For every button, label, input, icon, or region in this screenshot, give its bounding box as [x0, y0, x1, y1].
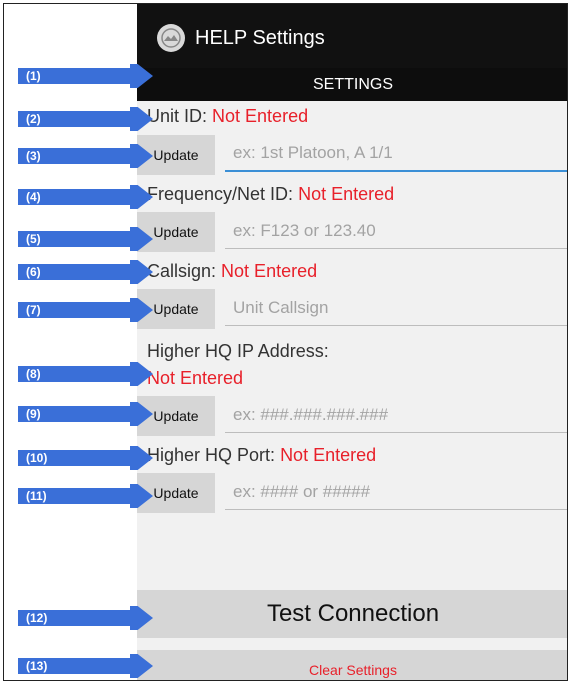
frequency-input[interactable] — [225, 213, 567, 249]
callsign-label: Callsign: — [147, 261, 217, 281]
callout-label: (7) — [26, 303, 41, 317]
unit-id-status: Not Entered — [212, 106, 309, 126]
unit-id-input[interactable] — [225, 136, 567, 172]
callout-label: (2) — [26, 112, 41, 126]
settings-screen: HELP Settings SETTINGS Unit ID: Not Ente… — [137, 4, 567, 680]
frequency-label: Frequency/Net ID: — [147, 184, 294, 204]
action-bar: HELP Settings — [137, 4, 567, 68]
hq-port-status: Not Entered — [280, 445, 377, 465]
callout-label: (6) — [26, 265, 41, 279]
callout-label: (11) — [26, 489, 47, 503]
test-connection-button[interactable]: Test Connection — [137, 590, 567, 638]
unit-id-label: Unit ID: — [147, 106, 208, 126]
app-title: HELP Settings — [195, 27, 325, 49]
frequency-status: Not Entered — [298, 184, 395, 204]
hq-port-label: Higher HQ Port: — [147, 445, 276, 465]
callout-13: (13) — [18, 654, 153, 678]
callout-2: (2) — [18, 107, 153, 131]
callout-12: (12) — [18, 606, 153, 630]
screenshot-frame: HELP Settings SETTINGS Unit ID: Not Ente… — [3, 3, 568, 681]
callout-label: (13) — [26, 659, 48, 673]
frequency-label-row: Frequency/Net ID: Not Entered — [147, 184, 394, 205]
callout-label: (1) — [26, 69, 41, 83]
hq-ip-input[interactable] — [225, 397, 567, 433]
callout-9: (9) — [18, 402, 153, 426]
hq-ip-status: Not Entered — [147, 368, 244, 388]
callout-label: (8) — [26, 367, 41, 381]
callout-4: (4) — [18, 185, 153, 209]
callout-7: (7) — [18, 298, 153, 322]
callout-6: (6) — [18, 260, 153, 284]
callout-label: (3) — [26, 149, 41, 163]
callsign-label-row: Callsign: Not Entered — [147, 261, 317, 282]
callout-11: (11) — [18, 484, 153, 508]
settings-section-header: SETTINGS — [137, 68, 567, 101]
app-logo-icon[interactable] — [157, 24, 185, 52]
callout-5: (5) — [18, 227, 153, 251]
callout-label: (5) — [26, 232, 41, 246]
callout-label: (9) — [26, 407, 41, 421]
callsign-input[interactable] — [225, 290, 567, 326]
callsign-status: Not Entered — [221, 261, 318, 281]
callout-3: (3) — [18, 144, 153, 168]
hq-port-label-row: Higher HQ Port: Not Entered — [147, 445, 376, 466]
callout-10: (10) — [18, 446, 153, 470]
hq-ip-label: Higher HQ IP Address: — [147, 341, 329, 361]
unit-id-label-row: Unit ID: Not Entered — [147, 106, 308, 127]
callout-label: (4) — [26, 190, 41, 204]
callout-8: (8) — [18, 362, 153, 386]
callout-label: (12) — [26, 611, 48, 625]
hq-port-input[interactable] — [225, 474, 567, 510]
clear-settings-button[interactable]: Clear Settings — [137, 650, 567, 680]
callout-1: (1) — [18, 64, 153, 88]
callout-label: (10) — [26, 451, 48, 465]
